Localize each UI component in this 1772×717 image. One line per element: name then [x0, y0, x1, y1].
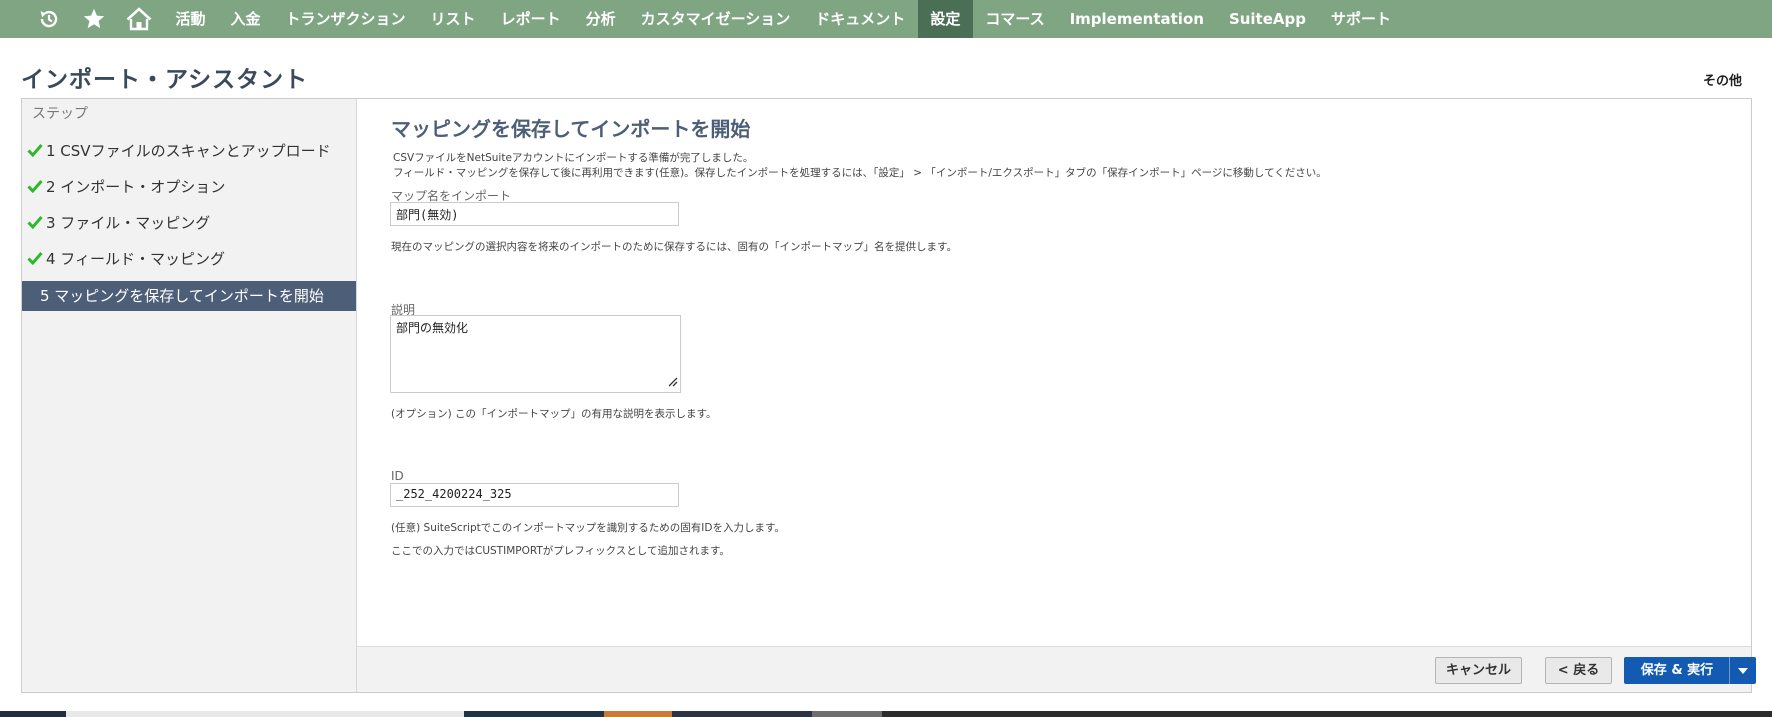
- save-and-run-button[interactable]: 保存 & 実行: [1624, 657, 1756, 684]
- nav-transactions[interactable]: トランザクション: [273, 0, 418, 38]
- cancel-button[interactable]: キャンセル: [1435, 657, 1522, 684]
- step-1[interactable]: 1 CSVファイルのスキャンとアップロード: [22, 136, 356, 166]
- nav-reports[interactable]: レポート: [488, 0, 573, 38]
- step-label: 4 フィールド・マッピング: [46, 250, 226, 268]
- step-5-current[interactable]: 5 マッピングを保存してインポートを開始: [22, 281, 356, 311]
- intro-line-2: フィールド・マッピングを保存して後に再利用できます(任意)。保存したインポートを…: [393, 167, 1327, 179]
- history-icon[interactable]: [28, 0, 70, 38]
- step-label: 2 インポート・オプション: [46, 178, 226, 196]
- step-label: 5 マッピングを保存してインポートを開始: [40, 287, 324, 305]
- action-footer: キャンセル < 戻る 保存 & 実行: [357, 646, 1756, 692]
- section-title: マッピングを保存してインポートを開始: [391, 117, 751, 141]
- back-button[interactable]: < 戻る: [1545, 657, 1612, 684]
- map-name-input[interactable]: 部門(無効): [390, 202, 679, 226]
- nav-support[interactable]: サポート: [1319, 0, 1404, 38]
- dropdown-arrow-icon[interactable]: [1730, 657, 1756, 684]
- taskbar-strip: [0, 711, 1772, 717]
- description-textarea[interactable]: 部門の無効化: [390, 315, 681, 393]
- taskbar-segment: [604, 711, 672, 717]
- step-4[interactable]: 4 フィールド・マッピング: [22, 244, 356, 274]
- save-and-run-label: 保存 & 実行: [1640, 663, 1714, 678]
- check-icon: [27, 137, 43, 167]
- import-assistant-panel: ステップ 1 CSVファイルのスキャンとアップロード 2 インポート・オプション…: [21, 98, 1756, 693]
- intro-text: CSVファイルをNetSuiteアカウントにインポートする準備が完了しました。 …: [393, 151, 1327, 181]
- description-help: (オプション) この「インポートマップ」の有用な説明を表示します。: [391, 408, 717, 420]
- home-icon[interactable]: [118, 0, 160, 38]
- taskbar-segment: [66, 711, 464, 717]
- step-2[interactable]: 2 インポート・オプション: [22, 172, 356, 202]
- steps-header: ステップ: [32, 106, 88, 122]
- id-label: ID: [391, 469, 404, 483]
- description-value: 部門の無効化: [396, 321, 469, 335]
- nav-customization[interactable]: カスタマイゼーション: [628, 0, 803, 38]
- id-input[interactable]: _252_4200224_325: [390, 483, 679, 507]
- taskbar-segment: [812, 711, 882, 717]
- nav-payments[interactable]: 入金: [218, 0, 273, 38]
- step-label: 3 ファイル・マッピング: [46, 214, 211, 232]
- taskbar-segment: [672, 711, 812, 717]
- check-icon: [27, 209, 43, 239]
- star-icon[interactable]: [73, 0, 115, 38]
- more-link[interactable]: その他: [1703, 70, 1742, 89]
- nav-implementation[interactable]: Implementation: [1057, 0, 1216, 38]
- intro-line-1: CSVファイルをNetSuiteアカウントにインポートする準備が完了しました。: [393, 152, 754, 164]
- taskbar-segment: [464, 711, 604, 717]
- id-help-2: ここでの入力ではCUSTIMPORTがプレフィックスとして追加されます。: [391, 545, 730, 557]
- check-icon: [27, 245, 43, 275]
- check-icon: [27, 173, 43, 203]
- id-help-1: (任意) SuiteScriptでこのインポートマップを識別するための固有IDを…: [391, 522, 785, 534]
- nav-lists[interactable]: リスト: [418, 0, 488, 38]
- steps-sidebar: ステップ 1 CSVファイルのスキャンとアップロード 2 インポート・オプション…: [22, 99, 357, 692]
- nav-analytics[interactable]: 分析: [573, 0, 628, 38]
- main-content: マッピングを保存してインポートを開始 CSVファイルをNetSuiteアカウント…: [357, 99, 1756, 692]
- nav-commerce[interactable]: コマース: [973, 0, 1057, 38]
- step-label: 1 CSVファイルのスキャンとアップロード: [46, 142, 331, 160]
- nav-activities[interactable]: 活動: [163, 0, 218, 38]
- step-3[interactable]: 3 ファイル・マッピング: [22, 208, 356, 238]
- taskbar-segment: [0, 711, 66, 717]
- top-navigation: 活動 入金 トランザクション リスト レポート 分析 カスタマイゼーション ドキ…: [0, 0, 1772, 38]
- taskbar-segment: [882, 711, 1772, 717]
- nav-suiteapp[interactable]: SuiteApp: [1216, 0, 1318, 38]
- nav-setup[interactable]: 設定: [917, 0, 973, 38]
- page-title: インポート・アシスタント: [21, 67, 309, 93]
- nav-documents[interactable]: ドキュメント: [803, 0, 918, 38]
- resize-grip-icon[interactable]: [668, 376, 678, 390]
- map-name-help: 現在のマッピングの選択内容を将来のインポートのために保存するには、固有の「インポ…: [391, 241, 957, 253]
